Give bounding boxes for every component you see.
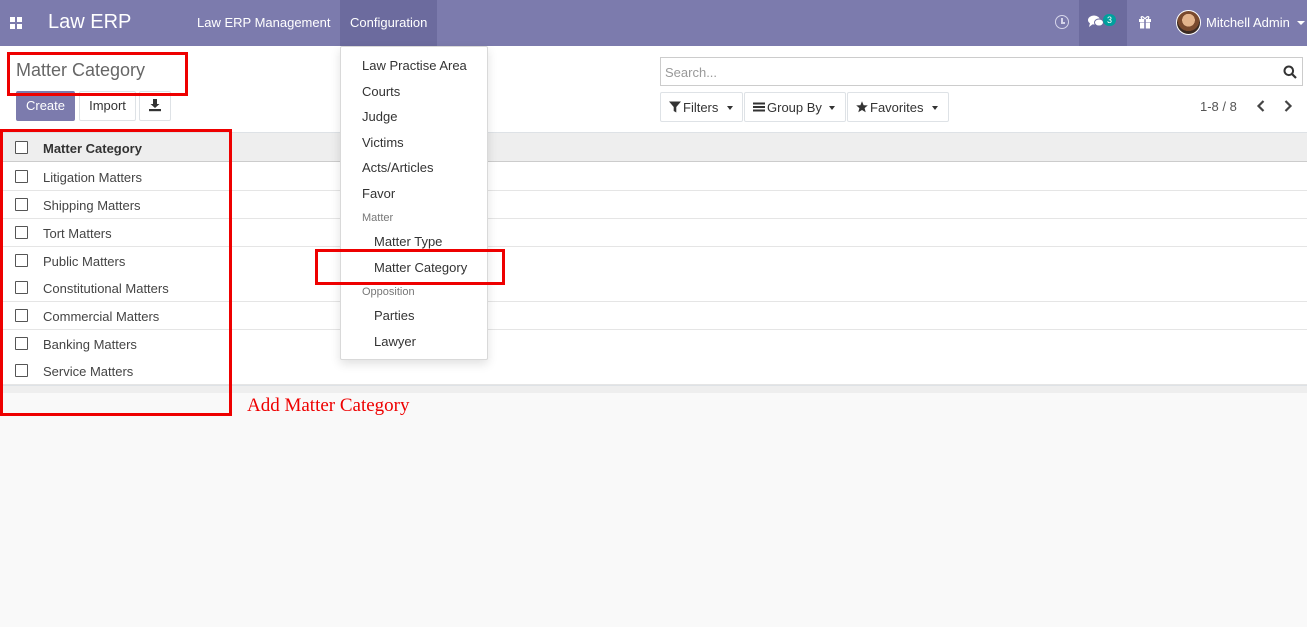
filter-icon [669, 101, 681, 113]
menu-item-favor[interactable]: Favor [362, 186, 395, 201]
download-icon [149, 99, 161, 112]
filters-label: Filters [683, 100, 719, 115]
chat-icon [1088, 15, 1104, 27]
menu-item-law-practise-area[interactable]: Law Practise Area [362, 58, 467, 73]
group-by-button[interactable]: Group By [744, 92, 846, 122]
configuration-dropdown: Law Practise Area Courts Judge Victims A… [340, 46, 488, 360]
messaging-button[interactable]: 3 [1079, 0, 1127, 46]
highlight-page-title [7, 52, 188, 96]
filters-button[interactable]: Filters [660, 92, 743, 122]
menu-law-erp-management[interactable]: Law ERP Management [187, 0, 340, 46]
menu-item-courts[interactable]: Courts [362, 84, 400, 99]
message-count-badge: 3 [1103, 14, 1116, 26]
search-bar [660, 57, 1303, 86]
top-navbar: Law ERP Law ERP Management Configuration… [0, 0, 1307, 46]
annotation-caption: Add Matter Category [247, 395, 410, 416]
user-caret-icon[interactable] [1297, 21, 1305, 25]
favorites-button[interactable]: Favorites [847, 92, 949, 122]
menu-configuration[interactable]: Configuration [340, 0, 438, 46]
group-by-label: Group By [767, 100, 822, 115]
menu-item-lawyer[interactable]: Lawyer [374, 334, 416, 349]
menu-item-parties[interactable]: Parties [374, 308, 414, 323]
highlight-menu-item [315, 249, 505, 285]
group-by-caret-icon [829, 106, 835, 110]
app-brand[interactable]: Law ERP [48, 11, 131, 34]
menu-section-opposition: Opposition [362, 286, 415, 298]
search-icon[interactable] [1283, 65, 1297, 79]
pager-next-icon[interactable] [1280, 97, 1296, 115]
favorites-caret-icon [932, 106, 938, 110]
menu-item-matter-type[interactable]: Matter Type [374, 234, 442, 249]
pager-value[interactable]: 1-8 / 8 [1200, 99, 1237, 114]
menu-item-victims[interactable]: Victims [362, 135, 404, 150]
group-by-icon [753, 102, 765, 112]
favorites-label: Favorites [870, 100, 924, 115]
user-avatar[interactable] [1176, 10, 1201, 35]
control-panel: Matter Category Create Import Filters Gr… [0, 46, 1307, 132]
user-menu[interactable]: Mitchell Admin [1206, 0, 1290, 46]
menu-item-acts-articles[interactable]: Acts/Articles [362, 160, 434, 175]
filters-caret-icon [727, 106, 733, 110]
menu-item-judge[interactable]: Judge [362, 109, 397, 124]
search-input[interactable] [665, 62, 1265, 82]
app-menu-icon[interactable] [10, 17, 22, 29]
highlight-list [0, 129, 232, 416]
gift-icon[interactable] [1138, 15, 1152, 29]
menu-section-matter: Matter [362, 212, 394, 224]
star-icon [856, 101, 868, 113]
pager-previous-icon[interactable] [1253, 97, 1269, 115]
activity-clock-icon[interactable] [1055, 15, 1069, 29]
